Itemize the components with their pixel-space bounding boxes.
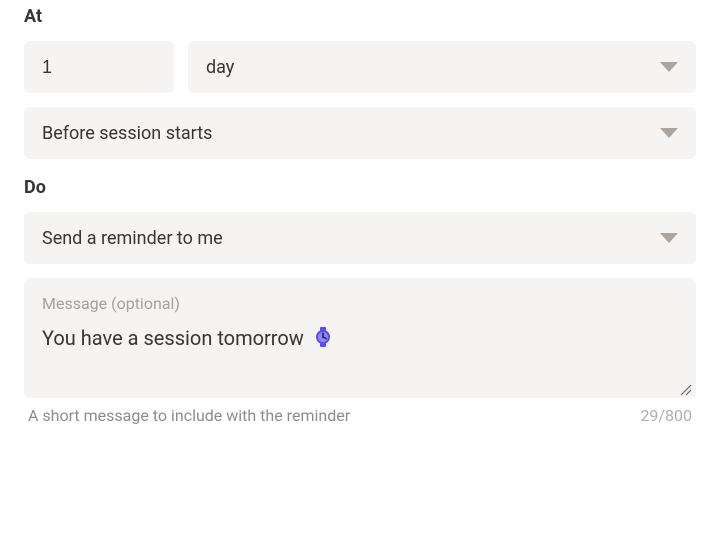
message-value[interactable]: You have a session tomorrow [42, 325, 678, 352]
do-action-value: Send a reminder to me [42, 228, 660, 249]
message-field-label: Message (optional) [42, 294, 678, 313]
at-section: At day Before session starts [24, 6, 696, 159]
message-text: You have a session tomorrow [42, 326, 304, 350]
chevron-down-icon [660, 233, 678, 243]
at-label: At [24, 6, 696, 27]
message-char-count: 29/800 [640, 406, 692, 425]
at-unit-select[interactable]: day [188, 41, 696, 93]
message-helper-text: A short message to include with the remi… [28, 406, 350, 425]
watch-icon [313, 327, 333, 347]
at-amount-input[interactable] [24, 41, 174, 93]
at-relation-select[interactable]: Before session starts [24, 107, 696, 159]
do-label: Do [24, 177, 696, 198]
at-relation-value: Before session starts [42, 123, 660, 144]
message-helper-row: A short message to include with the remi… [24, 406, 696, 425]
resize-handle-icon [678, 382, 692, 396]
at-unit-value: day [206, 57, 660, 78]
do-action-select[interactable]: Send a reminder to me [24, 212, 696, 264]
at-row-1: day [24, 41, 696, 93]
message-textarea[interactable]: Message (optional) You have a session to… [24, 278, 696, 398]
at-row-2: Before session starts [24, 107, 696, 159]
do-row: Send a reminder to me [24, 212, 696, 264]
chevron-down-icon [660, 62, 678, 72]
chevron-down-icon [660, 128, 678, 138]
do-section: Do Send a reminder to me Message (option… [24, 177, 696, 425]
